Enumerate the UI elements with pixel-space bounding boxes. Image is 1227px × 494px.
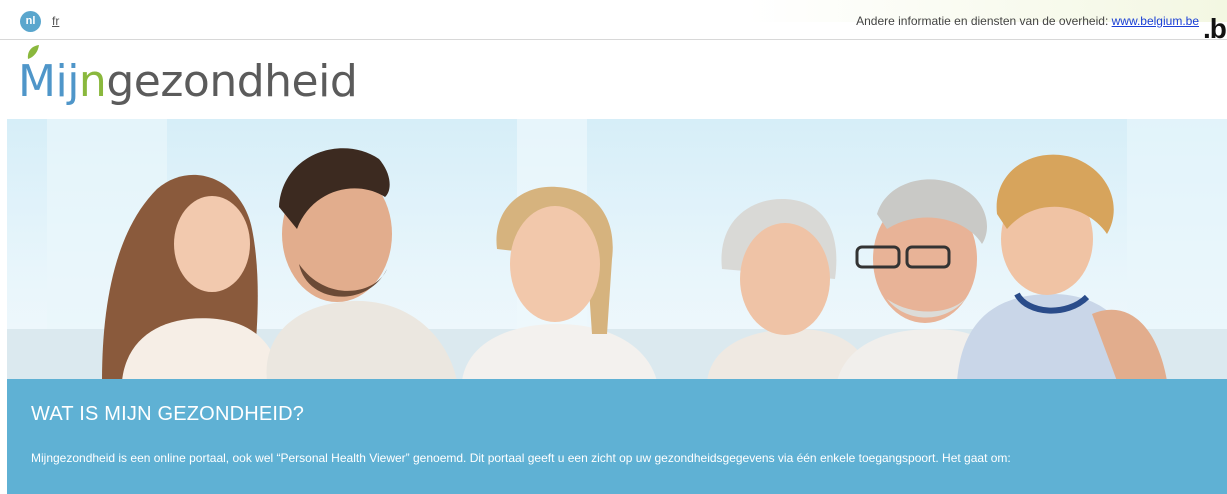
government-info: Andere informatie en diensten van de ove… xyxy=(856,14,1199,28)
person-woman xyxy=(462,186,657,381)
belgium-be-link[interactable]: www.belgium.be xyxy=(1112,14,1199,28)
logo-part-gezondheid: gezondheid xyxy=(106,56,358,107)
be-logo[interactable]: .be xyxy=(1203,15,1227,43)
person-man xyxy=(266,148,457,381)
logo-part-mij: Mij xyxy=(18,56,79,107)
family-photo-image xyxy=(7,119,1227,381)
info-text: Mijngezondheid is een online portaal, oo… xyxy=(31,451,1011,465)
info-title: WAT IS MIJN GEZONDHEID? xyxy=(31,403,305,425)
hero-family-image xyxy=(7,119,1227,381)
language-fr-link[interactable]: fr xyxy=(52,14,59,28)
government-info-label: Andere informatie en diensten van de ove… xyxy=(856,14,1109,28)
language-nl-button[interactable]: nl xyxy=(20,11,41,32)
top-bar: nl fr Andere informatie en diensten van … xyxy=(0,0,1227,43)
person-grandmother xyxy=(707,199,872,381)
site-logo[interactable]: Mijngezondheid xyxy=(18,52,358,112)
info-section: WAT IS MIJN GEZONDHEID? Mijngezondheid i… xyxy=(7,379,1227,494)
logo-part-n: n xyxy=(78,56,107,107)
